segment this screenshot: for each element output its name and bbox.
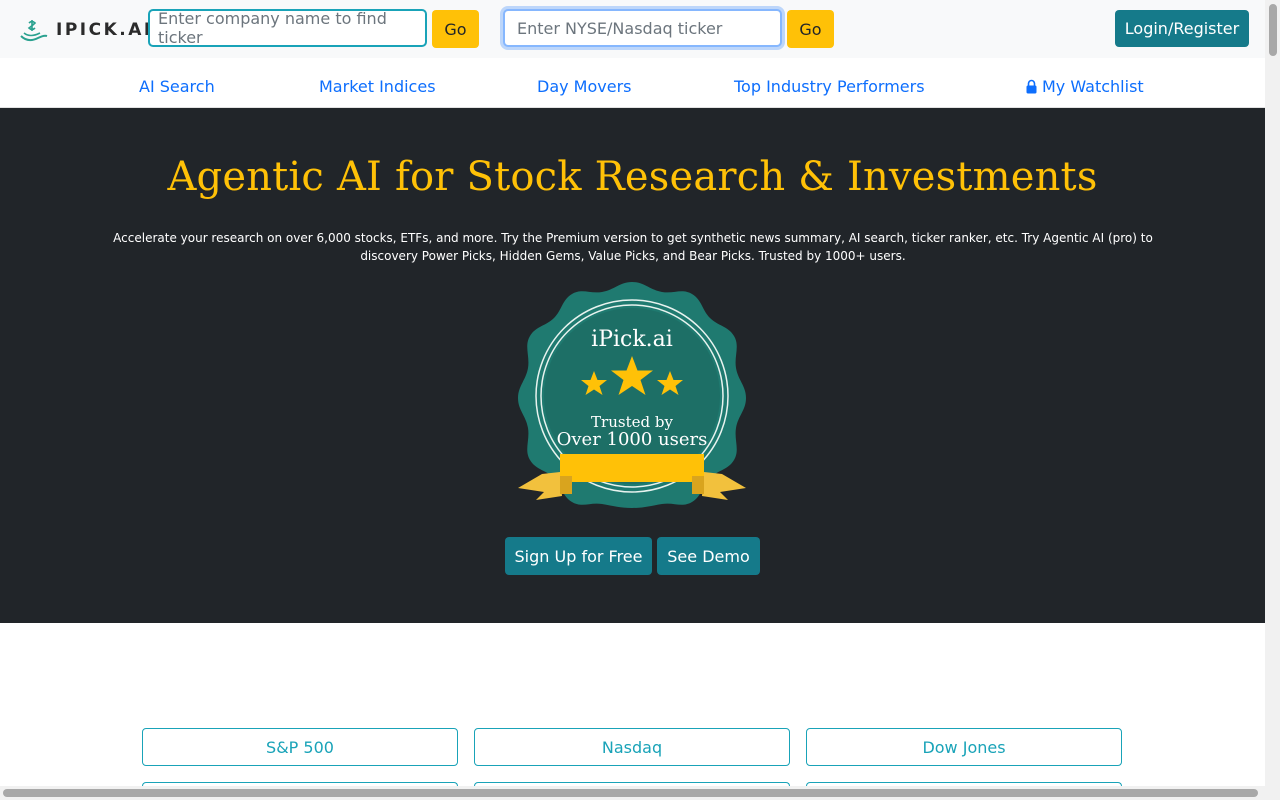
badge-ribbon — [560, 454, 704, 482]
vertical-scrollbar[interactable] — [1265, 0, 1280, 800]
hero-subtitle: Accelerate your research on over 6,000 s… — [113, 231, 1153, 263]
horizontal-scrollbar[interactable] — [0, 786, 1265, 800]
company-go-button[interactable]: Go — [432, 10, 479, 48]
ticker-go-button[interactable]: Go — [787, 10, 834, 48]
hero-section: Agentic AI for Stock Research & Investme… — [0, 108, 1265, 623]
logo-icon — [20, 20, 48, 42]
index-dow-jones-button[interactable]: Dow Jones — [806, 728, 1122, 766]
logo[interactable]: IPICK.AI — [18, 16, 153, 44]
ticker-search-placeholder: Enter NYSE/Nasdaq ticker — [517, 18, 723, 38]
nav-my-watchlist[interactable]: My Watchlist — [1026, 77, 1144, 96]
index-nasdaq-button[interactable]: Nasdaq — [474, 728, 790, 766]
sign-up-button[interactable]: Sign Up for Free — [505, 537, 652, 575]
lock-icon — [1026, 79, 1037, 94]
nav-ai-search[interactable]: AI Search — [139, 77, 215, 96]
login-register-button[interactable]: Login/Register — [1115, 10, 1249, 47]
hero-title: Agentic AI for Stock Research & Investme… — [167, 154, 1098, 200]
main-nav: AI Search Market Indices Day Movers Top … — [0, 58, 1265, 108]
badge-brand: iPick.ai — [591, 327, 673, 352]
index-sp500-button[interactable]: S&P 500 — [142, 728, 458, 766]
badge-ribbon-left — [518, 472, 562, 500]
vertical-scroll-thumb[interactable] — [1269, 4, 1277, 56]
nav-market-indices[interactable]: Market Indices — [319, 77, 436, 96]
company-search-input[interactable]: Enter company name to find ticker — [148, 9, 427, 47]
nav-day-movers[interactable]: Day Movers — [537, 77, 632, 96]
nav-my-watchlist-label: My Watchlist — [1042, 77, 1144, 96]
nav-top-industry-performers[interactable]: Top Industry Performers — [734, 77, 925, 96]
trusted-badge: iPick.ai Trusted by Over 1000 users — [518, 282, 746, 508]
see-demo-button[interactable]: See Demo — [657, 537, 760, 575]
logo-text: IPICK.AI — [56, 20, 153, 40]
badge-line2: Over 1000 users — [557, 429, 708, 450]
badge-ribbon-right — [702, 472, 746, 500]
top-bar: IPICK.AI Enter company name to find tick… — [0, 0, 1265, 58]
horizontal-scroll-thumb[interactable] — [3, 789, 1258, 797]
ticker-search-input[interactable]: Enter NYSE/Nasdaq ticker — [503, 9, 782, 47]
company-search-placeholder: Enter company name to find ticker — [158, 9, 387, 47]
